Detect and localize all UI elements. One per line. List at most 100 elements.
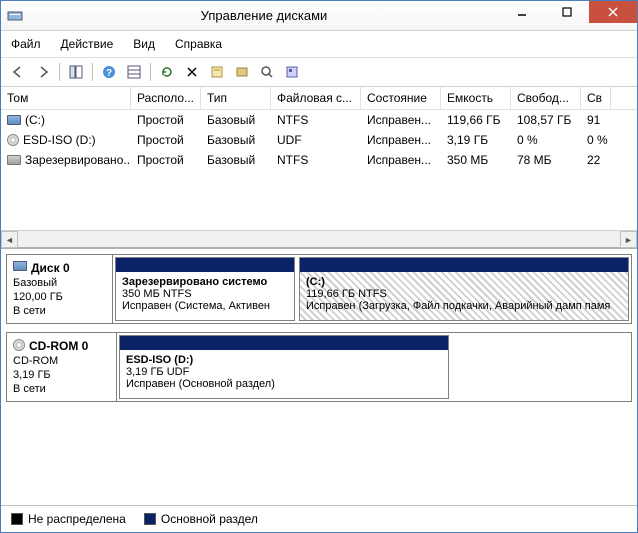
toolbar-separator <box>92 63 93 81</box>
refresh-button[interactable] <box>156 61 178 83</box>
volume-fs: NTFS <box>271 111 361 129</box>
disk-info[interactable]: Диск 0 Базовый 120,00 ГБ В сети <box>7 255 113 323</box>
help-button[interactable]: ? <box>98 61 120 83</box>
col-free[interactable]: Свобод... <box>511 87 581 109</box>
window-title: Управление дисками <box>29 8 499 23</box>
disk-row: Диск 0 Базовый 120,00 ГБ В сети Зарезерв… <box>6 254 632 324</box>
delete-button[interactable] <box>181 61 203 83</box>
volume-status: Исправен... <box>361 131 441 149</box>
disk-partitions: Зарезервировано системо 350 МБ NTFS Испр… <box>113 255 631 323</box>
volume-type: Базовый <box>201 111 271 129</box>
volume-fs: UDF <box>271 131 361 149</box>
partition-body: ESD-ISO (D:) 3,19 ГБ UDF Исправен (Основ… <box>120 350 448 398</box>
cd-icon <box>13 339 25 351</box>
partition-status: Исправен (Загрузка, Файл подкачки, Авари… <box>306 300 622 312</box>
list-header: Том Располо... Тип Файловая с... Состоян… <box>1 87 637 110</box>
res-icon <box>7 155 21 165</box>
menu-help[interactable]: Справка <box>165 33 232 55</box>
disk-management-window: Управление дисками Файл Действие Вид Спр… <box>0 0 638 533</box>
list-view-button[interactable] <box>123 61 145 83</box>
disk-info[interactable]: CD-ROM 0 CD-ROM 3,19 ГБ В сети <box>7 333 117 401</box>
menu-view[interactable]: Вид <box>123 33 165 55</box>
legend-swatch-blue <box>144 513 156 525</box>
volume-row[interactable]: Зарезервировано... Простой Базовый NTFS … <box>1 150 637 170</box>
toolbar-separator <box>59 63 60 81</box>
col-layout[interactable]: Располо... <box>131 87 201 109</box>
partition-title: Зарезервировано системо <box>122 276 288 288</box>
volume-status: Исправен... <box>361 111 441 129</box>
legend-unallocated: Не распределена <box>11 512 126 526</box>
disk-status: В сети <box>13 383 110 395</box>
partition-status: Исправен (Система, Активен <box>122 300 288 312</box>
show-hide-tree-button[interactable] <box>65 61 87 83</box>
volume-free: 108,57 ГБ <box>511 111 581 129</box>
volume-free: 78 МБ <box>511 151 581 169</box>
partition[interactable]: (C:) 119,66 ГБ NTFS Исправен (Загрузка, … <box>299 257 629 321</box>
partition-color-bar <box>120 336 448 350</box>
volume-fs: NTFS <box>271 151 361 169</box>
volume-capacity: 119,66 ГБ <box>441 111 511 129</box>
scroll-right-button[interactable]: ► <box>620 231 637 248</box>
close-button[interactable] <box>589 1 637 23</box>
window-controls <box>499 9 637 23</box>
volume-layout: Простой <box>131 151 201 169</box>
col-type[interactable]: Тип <box>201 87 271 109</box>
partition-size: 350 МБ NTFS <box>122 288 288 300</box>
horizontal-scrollbar[interactable]: ◄ ► <box>1 230 637 247</box>
disk-row: CD-ROM 0 CD-ROM 3,19 ГБ В сети ESD-ISO (… <box>6 332 632 402</box>
volume-name: ESD-ISO (D:) <box>23 133 96 147</box>
partition[interactable]: Зарезервировано системо 350 МБ NTFS Испр… <box>115 257 295 321</box>
svg-text:?: ? <box>106 68 112 79</box>
volume-layout: Простой <box>131 131 201 149</box>
partition-title: (C:) <box>306 276 622 288</box>
col-status[interactable]: Состояние <box>361 87 441 109</box>
volume-status: Исправен... <box>361 151 441 169</box>
back-button[interactable] <box>7 61 29 83</box>
volume-row[interactable]: ESD-ISO (D:) Простой Базовый UDF Исправе… <box>1 130 637 150</box>
col-volume[interactable]: Том <box>1 87 131 109</box>
minimize-button[interactable] <box>499 1 544 23</box>
tool-icon-3[interactable] <box>281 61 303 83</box>
partition-size: 119,66 ГБ NTFS <box>306 288 622 300</box>
partition-body: (C:) 119,66 ГБ NTFS Исправен (Загрузка, … <box>300 272 628 320</box>
disk-partitions: ESD-ISO (D:) 3,19 ГБ UDF Исправен (Основ… <box>117 333 631 401</box>
tool-icon-1[interactable] <box>231 61 253 83</box>
disk-size: 3,19 ГБ <box>13 369 110 381</box>
partition-color-bar <box>300 258 628 272</box>
partition[interactable]: ESD-ISO (D:) 3,19 ГБ UDF Исправен (Основ… <box>119 335 449 399</box>
tool-icon-2[interactable] <box>256 61 278 83</box>
menu-file[interactable]: Файл <box>1 33 51 55</box>
partition-title: ESD-ISO (D:) <box>126 354 442 366</box>
col-fs[interactable]: Файловая с... <box>271 87 361 109</box>
volume-free: 0 % <box>511 131 581 149</box>
volume-row[interactable]: (C:) Простой Базовый NTFS Исправен... 11… <box>1 110 637 130</box>
col-capacity[interactable]: Емкость <box>441 87 511 109</box>
disk-type: Базовый <box>13 277 106 289</box>
volume-list-pane: Том Располо... Тип Файловая с... Состоян… <box>1 87 637 249</box>
properties-button[interactable] <box>206 61 228 83</box>
partition-color-bar <box>116 258 294 272</box>
volume-pct: 22 <box>581 151 611 169</box>
cd-icon <box>7 134 19 146</box>
legend-primary: Основной раздел <box>144 512 258 526</box>
toolbar-separator <box>150 63 151 81</box>
menu-action[interactable]: Действие <box>51 33 124 55</box>
disk-type: CD-ROM <box>13 355 110 367</box>
legend-unallocated-label: Не распределена <box>28 512 126 526</box>
volume-name: Зарезервировано... <box>25 153 131 167</box>
scroll-left-button[interactable]: ◄ <box>1 231 18 248</box>
volume-type: Базовый <box>201 131 271 149</box>
col-pct[interactable]: Св <box>581 87 611 109</box>
scroll-track[interactable] <box>18 231 620 247</box>
titlebar[interactable]: Управление дисками <box>1 1 637 31</box>
partition-body: Зарезервировано системо 350 МБ NTFS Испр… <box>116 272 294 320</box>
volume-list[interactable]: (C:) Простой Базовый NTFS Исправен... 11… <box>1 110 637 230</box>
volume-capacity: 3,19 ГБ <box>441 131 511 149</box>
legend: Не распределена Основной раздел <box>1 505 637 532</box>
legend-swatch-black <box>11 513 23 525</box>
disk-size: 120,00 ГБ <box>13 291 106 303</box>
disk-graphic-pane: Диск 0 Базовый 120,00 ГБ В сети Зарезерв… <box>1 249 637 505</box>
maximize-button[interactable] <box>544 1 589 23</box>
forward-button[interactable] <box>32 61 54 83</box>
volume-capacity: 350 МБ <box>441 151 511 169</box>
